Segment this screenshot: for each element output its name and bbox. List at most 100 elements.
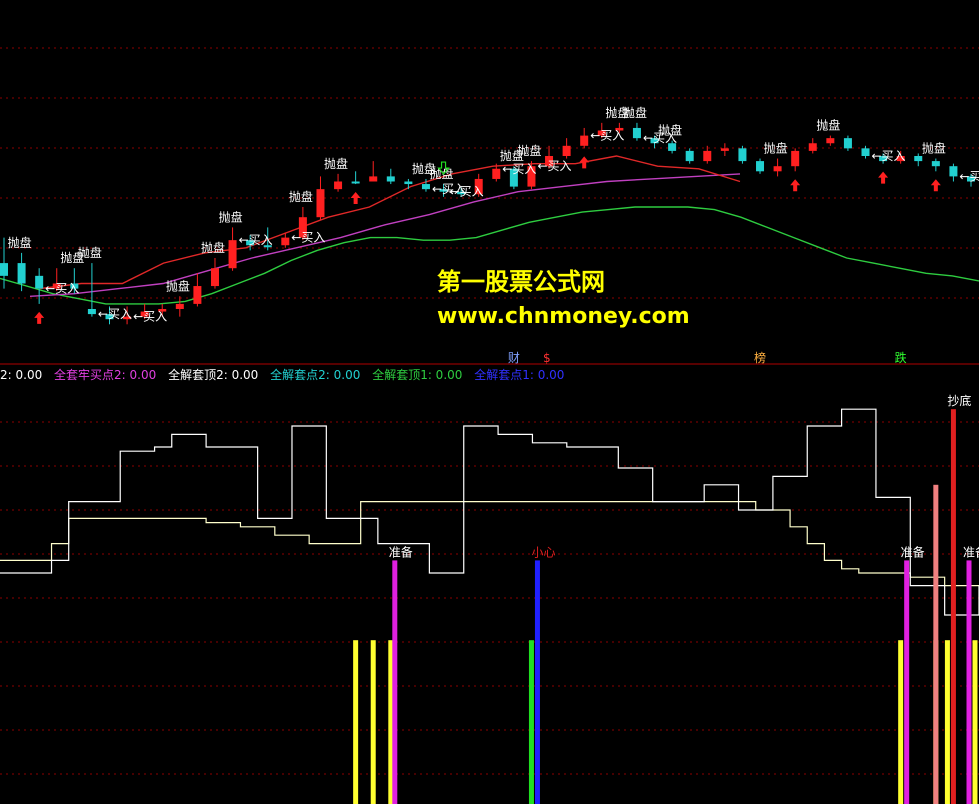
legend-item-2: 全解套顶2: 0.00 <box>168 368 259 382</box>
signal-label: 准备 <box>963 545 979 559</box>
signal-bar <box>944 640 950 804</box>
buy-label: ←买入 <box>239 233 273 247</box>
candle-body <box>210 268 219 287</box>
buy-label: ←买入 <box>291 231 325 245</box>
buy-label: ←买入 <box>502 162 536 176</box>
legend-item-1: 全套牢买点2: 0.00 <box>54 368 157 382</box>
candle-body <box>421 184 430 190</box>
candle-body <box>685 150 694 162</box>
event-tag: 跌 <box>895 350 907 365</box>
watermark-title: 第一股票公式网 <box>437 268 605 296</box>
candle-body <box>369 176 378 182</box>
sell-label: 抛盘 <box>922 141 946 156</box>
sell-label: 抛盘 <box>166 278 190 293</box>
watermark-url: www.chnmoney.com <box>437 304 690 329</box>
event-tag: 财 <box>508 351 520 365</box>
candle-body <box>316 189 325 218</box>
sell-label: 抛盘 <box>8 235 32 250</box>
buy-label: ←买入 <box>643 131 677 145</box>
candle-body <box>0 263 8 276</box>
up-arrow-icon <box>34 311 45 324</box>
sell-label: 抛盘 <box>623 105 647 120</box>
buy-label: ←买入 <box>98 307 132 321</box>
candle-body <box>562 145 571 156</box>
candle-body <box>580 135 589 146</box>
buy-label: ←买入 <box>872 149 906 163</box>
signal-bar <box>933 484 939 804</box>
signal-bar <box>353 640 359 804</box>
candle-body <box>492 168 501 179</box>
candle-body <box>17 263 26 284</box>
sell-label: 抛盘 <box>201 240 225 255</box>
candle-body <box>703 150 712 162</box>
candle-body <box>808 143 817 151</box>
buy-label: ←买入 <box>590 129 624 143</box>
candle-body <box>914 156 923 162</box>
buy-label: ←买入 <box>450 185 484 199</box>
sell-label: 抛盘 <box>289 189 313 204</box>
candle-body <box>35 275 44 289</box>
stock-chart: 抛盘抛盘抛盘抛盘抛盘抛盘抛盘抛盘 抛盘抛盘抛盘抛盘抛盘抛盘抛盘抛盘抛盘抛盘←买入←… <box>0 47 979 804</box>
sell-label: 抛盘 <box>324 156 348 171</box>
signal-bar <box>370 640 376 804</box>
signal-label: 准备 <box>901 545 925 559</box>
buy-label: ←买入 <box>959 169 979 183</box>
candle-body <box>632 127 641 139</box>
sell-label: 抛盘 <box>78 245 102 260</box>
signal-bar <box>972 640 978 804</box>
candle-body <box>949 166 958 177</box>
candle-body <box>720 148 729 151</box>
candle-body <box>193 286 202 304</box>
indicator-legend: 2: 0.00 全套牢买点2: 0.00 全解套顶2: 0.00 全解套点2: … <box>0 366 572 384</box>
legend-item-4: 全解套顶1: 0.00 <box>372 368 463 382</box>
candle-body <box>228 240 237 269</box>
candle-body <box>843 138 852 149</box>
candle-body <box>351 181 360 184</box>
candle-body <box>826 138 835 144</box>
candle-body <box>281 237 290 246</box>
candle-body <box>87 309 96 315</box>
signal-bar <box>966 560 972 804</box>
legend-item-5: 全解套点1: 0.00 <box>474 368 565 382</box>
up-arrow-icon <box>579 156 590 169</box>
sell-label: 抛盘 <box>816 118 840 133</box>
legend-item-0: 2: 0.00 <box>0 368 43 382</box>
ma-magenta-line <box>29 173 741 297</box>
signal-bar <box>950 409 956 804</box>
sell-label: 抛盘 <box>219 209 243 224</box>
signal-label: 准备 <box>389 545 413 559</box>
signal-label: 小心 <box>531 545 555 559</box>
candle-body <box>756 161 765 172</box>
candle-body <box>175 303 184 309</box>
candle-body <box>773 166 782 172</box>
event-tag: $ <box>543 351 551 365</box>
buy-label: ←买入 <box>45 282 79 296</box>
up-arrow-icon <box>790 179 801 192</box>
candle-body <box>861 148 870 156</box>
signal-label: 抄底 <box>947 393 971 408</box>
buy-label: ←买入 <box>133 310 167 324</box>
signal-bar <box>392 560 398 804</box>
buy-label: ←买入 <box>537 159 571 173</box>
candle-body <box>386 176 395 182</box>
candle-body <box>931 161 940 167</box>
indicator-panel: 准备小心准备抄底准备抄底 <box>0 393 979 804</box>
legend-item-3: 全解套点2: 0.00 <box>270 368 361 382</box>
sell-label: 抛盘 <box>764 141 788 156</box>
indicator-panel-grid <box>0 421 979 775</box>
up-arrow-icon <box>878 171 889 184</box>
candle-body <box>334 181 343 190</box>
signal-bar <box>898 640 904 804</box>
signal-bar <box>528 640 534 804</box>
candle-body <box>738 148 747 162</box>
signal-bar <box>904 560 910 804</box>
signal-line-cream <box>0 501 979 587</box>
signal-line-white <box>0 408 979 616</box>
candle-body <box>404 181 413 185</box>
signal-bar <box>534 560 540 804</box>
event-tag: 榜 <box>754 350 766 365</box>
sell-label: 抛盘 <box>517 143 541 158</box>
up-arrow-icon <box>350 192 361 205</box>
up-arrow-icon <box>930 179 941 192</box>
candle-body <box>791 150 800 167</box>
